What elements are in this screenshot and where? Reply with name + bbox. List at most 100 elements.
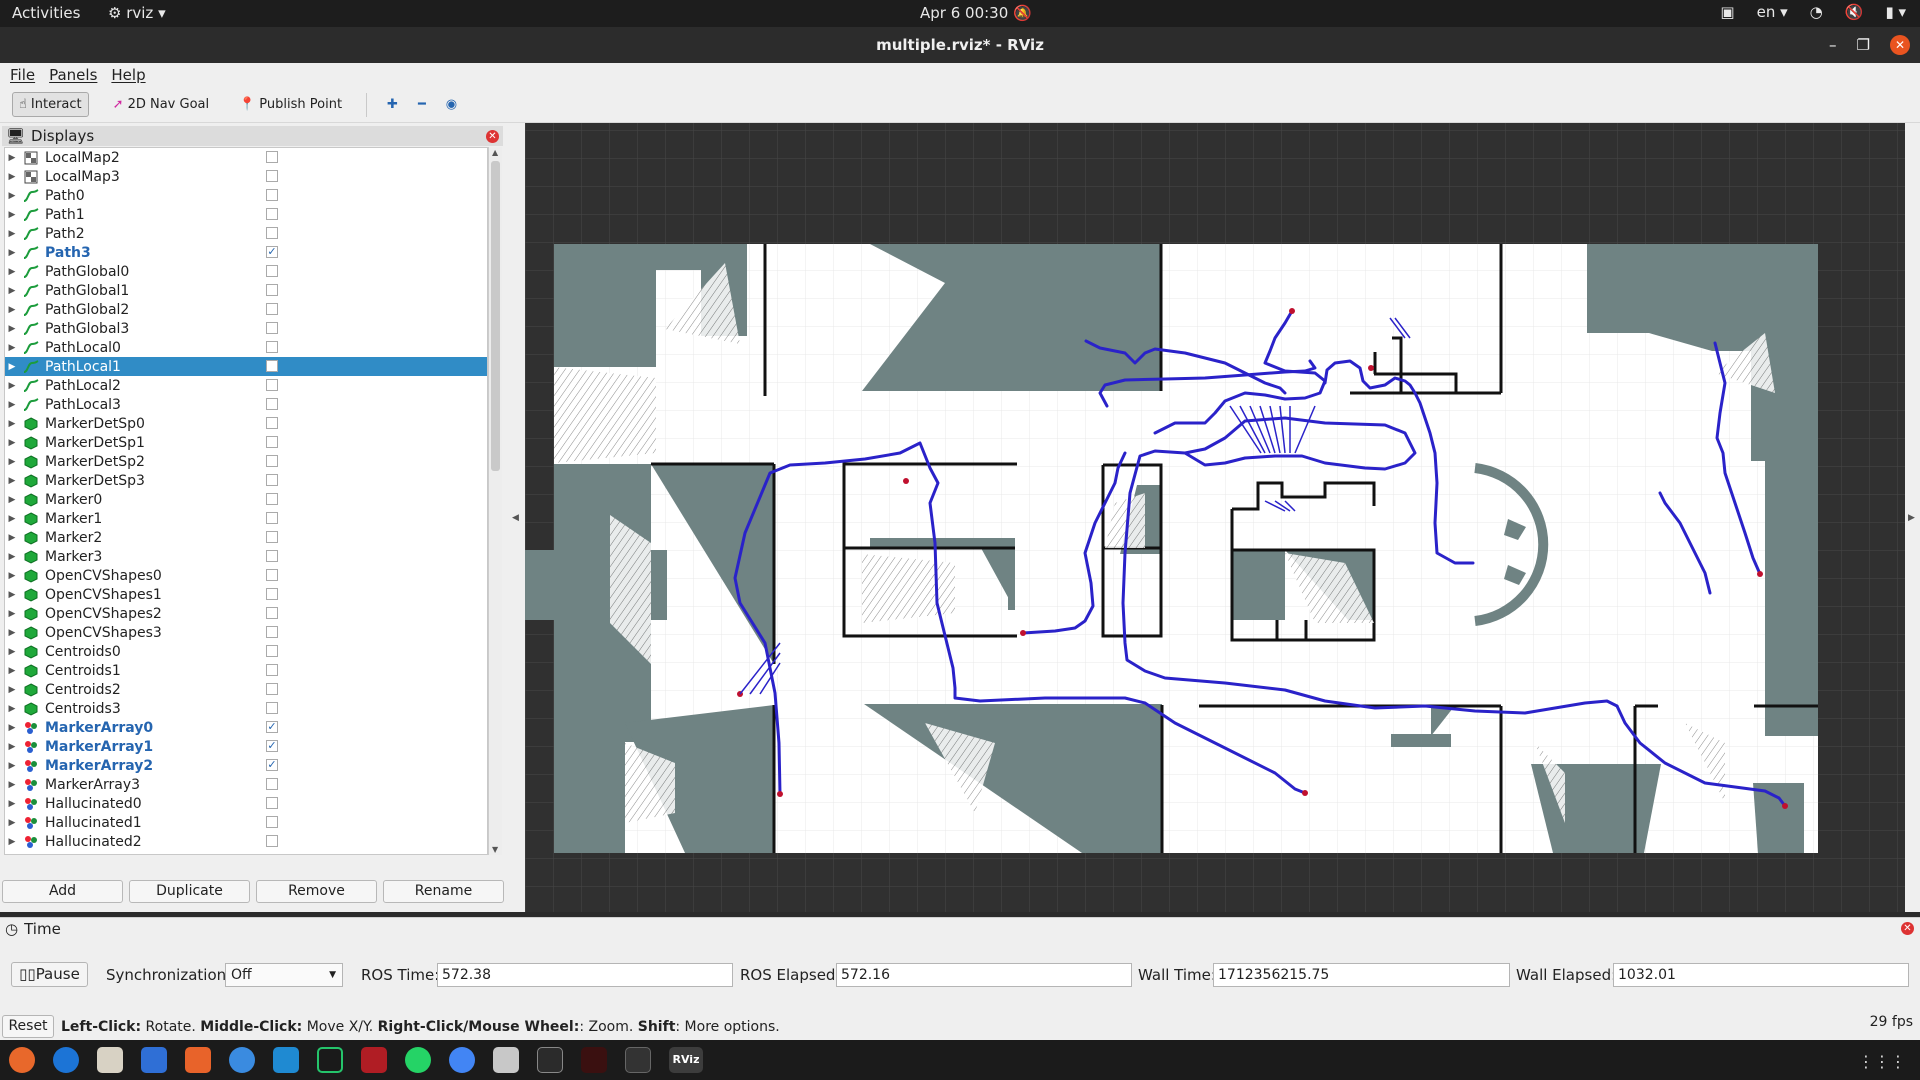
close-time-panel-icon[interactable]: ✕: [1901, 922, 1914, 935]
wifi-icon[interactable]: ◔: [1810, 3, 1823, 21]
expand-arrow-icon[interactable]: ▶: [5, 495, 19, 505]
display-row[interactable]: ▶ Marker3: [5, 547, 487, 566]
expand-arrow-icon[interactable]: ▶: [5, 723, 19, 733]
camera-view-button[interactable]: ◉: [440, 93, 463, 116]
display-row[interactable]: ▶ PathGlobal0: [5, 262, 487, 281]
screenshot-icon[interactable]: [493, 1047, 519, 1073]
expand-arrow-icon[interactable]: ▶: [5, 628, 19, 638]
reset-button[interactable]: Reset: [2, 1015, 54, 1038]
display-enabled-checkbox[interactable]: [266, 189, 278, 201]
render-view[interactable]: [525, 123, 1905, 912]
software-icon[interactable]: [185, 1047, 211, 1073]
display-enabled-checkbox[interactable]: [266, 436, 278, 448]
writer-icon[interactable]: [141, 1047, 167, 1073]
expand-arrow-icon[interactable]: ▶: [5, 666, 19, 676]
display-row[interactable]: ▶ OpenCVShapes0: [5, 566, 487, 585]
expand-arrow-icon[interactable]: ▶: [5, 533, 19, 543]
expand-arrow-icon[interactable]: ▶: [5, 742, 19, 752]
display-enabled-checkbox[interactable]: [266, 702, 278, 714]
menu-file[interactable]: File: [10, 66, 35, 84]
expand-arrow-icon[interactable]: ▶: [5, 324, 19, 334]
expand-arrow-icon[interactable]: ▶: [5, 210, 19, 220]
display-enabled-checkbox[interactable]: [266, 360, 278, 372]
files-icon[interactable]: [97, 1047, 123, 1073]
display-enabled-checkbox[interactable]: [266, 645, 278, 657]
rename-button[interactable]: Rename: [383, 880, 504, 903]
display-row[interactable]: ▶Hallucinated3: [5, 851, 487, 855]
display-row[interactable]: ▶ PathLocal3: [5, 395, 487, 414]
display-row[interactable]: ▶ Path3 ✓: [5, 243, 487, 262]
displays-tree[interactable]: ▶ LocalMap2 ▶ LocalMap3 ▶ Path0 ▶ Path1 ▶ Path2 ▶ P…: [4, 147, 488, 855]
expand-arrow-icon[interactable]: ▶: [5, 685, 19, 695]
expand-arrow-icon[interactable]: ▶: [5, 552, 19, 562]
display-row[interactable]: ▶ MarkerArray3: [5, 775, 487, 794]
whatsapp-icon[interactable]: [405, 1047, 431, 1073]
display-row[interactable]: ▶ Path0: [5, 186, 487, 205]
display-enabled-checkbox[interactable]: [266, 531, 278, 543]
expand-arrow-icon[interactable]: ▶: [5, 780, 19, 790]
display-enabled-checkbox[interactable]: [266, 474, 278, 486]
display-row[interactable]: ▶ Marker2: [5, 528, 487, 547]
display-enabled-checkbox[interactable]: [266, 322, 278, 334]
expand-arrow-icon[interactable]: ▶: [5, 609, 19, 619]
app-red-icon[interactable]: [361, 1047, 387, 1073]
expand-arrow-icon[interactable]: ▶: [5, 343, 19, 353]
display-row[interactable]: ▶ MarkerArray2 ✓: [5, 756, 487, 775]
display-row[interactable]: ▶ MarkerDetSp3: [5, 471, 487, 490]
ros-time-field[interactable]: 572.38: [437, 963, 733, 987]
display-enabled-checkbox[interactable]: [266, 854, 278, 855]
pause-button[interactable]: ▯▯Pause: [11, 962, 88, 987]
display-enabled-checkbox[interactable]: [266, 607, 278, 619]
expand-arrow-icon[interactable]: ▶: [5, 476, 19, 486]
firefox-icon[interactable]: [9, 1047, 35, 1073]
display-row[interactable]: ▶ MarkerDetSp1: [5, 433, 487, 452]
sync-select[interactable]: Off ▼: [225, 963, 343, 987]
display-enabled-checkbox[interactable]: [266, 417, 278, 429]
display-row[interactable]: ▶ PathGlobal2: [5, 300, 487, 319]
menu-help[interactable]: Help: [111, 66, 145, 84]
display-enabled-checkbox[interactable]: [266, 170, 278, 182]
scroll-down-icon[interactable]: ▼: [492, 845, 498, 854]
display-enabled-checkbox[interactable]: [266, 835, 278, 847]
panel-splitter[interactable]: ◀: [505, 123, 525, 912]
display-row[interactable]: ▶ Hallucinated0: [5, 794, 487, 813]
display-enabled-checkbox[interactable]: [266, 797, 278, 809]
display-enabled-checkbox[interactable]: ✓: [266, 740, 278, 752]
display-row[interactable]: ▶ Centroids1: [5, 661, 487, 680]
expand-arrow-icon[interactable]: ▶: [5, 571, 19, 581]
expand-arrow-icon[interactable]: ▶: [5, 400, 19, 410]
display-enabled-checkbox[interactable]: [266, 816, 278, 828]
display-enabled-checkbox[interactable]: [266, 778, 278, 790]
expand-arrow-icon[interactable]: ▶: [5, 381, 19, 391]
nav-goal-tool-button[interactable]: ➚ 2D Nav Goal: [107, 93, 215, 116]
language-selector[interactable]: en ▾: [1757, 3, 1788, 21]
display-enabled-checkbox[interactable]: [266, 227, 278, 239]
display-enabled-checkbox[interactable]: [266, 664, 278, 676]
display-row[interactable]: ▶ PathLocal0: [5, 338, 487, 357]
activities-button[interactable]: Activities: [12, 4, 80, 22]
display-row[interactable]: ▶ MarkerDetSp0: [5, 414, 487, 433]
display-enabled-checkbox[interactable]: [266, 341, 278, 353]
display-enabled-checkbox[interactable]: [266, 208, 278, 220]
display-row[interactable]: ▶ MarkerDetSp2: [5, 452, 487, 471]
display-row[interactable]: ▶ Marker0: [5, 490, 487, 509]
duplicate-button[interactable]: Duplicate: [129, 880, 250, 903]
display-row[interactable]: ▶ PathLocal1: [5, 357, 487, 376]
display-enabled-checkbox[interactable]: [266, 569, 278, 581]
collapse-right-icon[interactable]: ▶: [1908, 513, 1915, 523]
expand-arrow-icon[interactable]: ▶: [5, 191, 19, 201]
right-dock-handle[interactable]: ▶: [1905, 123, 1920, 912]
rviz-icon[interactable]: RViz: [669, 1047, 703, 1073]
display-enabled-checkbox[interactable]: [266, 493, 278, 505]
display-row[interactable]: ▶ OpenCVShapes1: [5, 585, 487, 604]
expand-arrow-icon[interactable]: ▶: [5, 267, 19, 277]
expand-arrow-icon[interactable]: ▶: [5, 305, 19, 315]
expand-arrow-icon[interactable]: ▶: [5, 229, 19, 239]
display-row[interactable]: ▶ PathGlobal3: [5, 319, 487, 338]
expand-arrow-icon[interactable]: ▶: [5, 438, 19, 448]
display-enabled-checkbox[interactable]: [266, 265, 278, 277]
chrome-icon[interactable]: [449, 1047, 475, 1073]
display-row[interactable]: ▶ Centroids2: [5, 680, 487, 699]
expand-arrow-icon[interactable]: ▶: [5, 837, 19, 847]
interact-tool-button[interactable]: ☝ Interact: [12, 92, 89, 117]
